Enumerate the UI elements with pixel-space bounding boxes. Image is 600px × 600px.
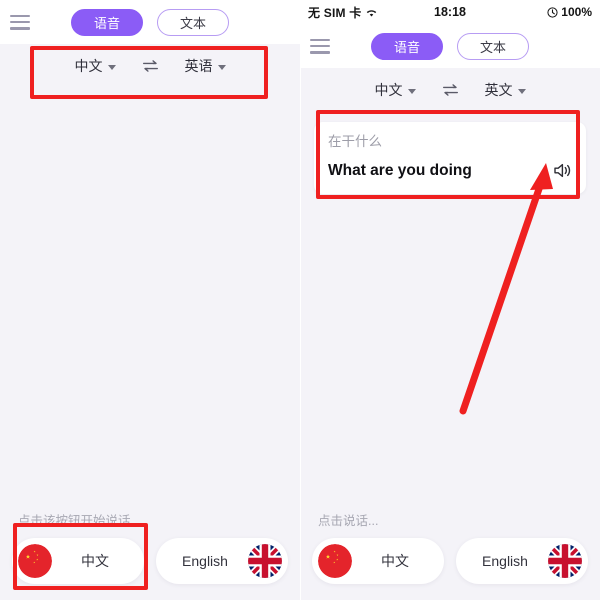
mic-button-chinese[interactable]: 中文 [312, 538, 444, 584]
chevron-down-icon [217, 64, 226, 70]
panel-divider [300, 0, 301, 600]
battery-icon [547, 6, 558, 18]
translation-card-area: 在干什么 What are you doing [300, 112, 600, 194]
left-top-bar: 语音 文本 [0, 0, 300, 44]
hamburger-icon[interactable] [10, 14, 30, 30]
mic-button-label: English [182, 553, 228, 569]
tab-voice[interactable]: 语音 [71, 8, 143, 36]
chevron-down-icon [517, 88, 526, 94]
tab-text[interactable]: 文本 [457, 32, 529, 60]
right-mic-button-row: 中文 English [312, 538, 588, 584]
left-bottom-bar: 点击该按钮开始说话... 中文 English [0, 510, 300, 600]
source-language-label: 中文 [374, 82, 403, 98]
tab-text[interactable]: 文本 [157, 8, 229, 36]
source-language-label: 中文 [74, 58, 103, 74]
right-bottom-bar: 点击说话... 中文 English [300, 510, 600, 600]
speaker-icon[interactable] [553, 162, 572, 179]
tab-voice[interactable]: 语音 [371, 32, 443, 60]
hamburger-icon[interactable] [310, 38, 330, 54]
chevron-down-icon [407, 88, 416, 94]
mic-button-label: English [482, 553, 528, 569]
swap-arrows-icon[interactable] [142, 59, 159, 73]
left-mic-button-row: 中文 English [12, 538, 288, 584]
target-language-label: 英语 [184, 58, 213, 74]
hamburger-bar [310, 38, 330, 41]
left-language-row: 中文 英语 [0, 44, 300, 88]
right-speak-hint: 点击说话... [318, 514, 379, 528]
mic-button-english[interactable]: English [156, 538, 288, 584]
right-mode-segmented-control: 语音 文本 [300, 32, 600, 60]
source-language-selector[interactable]: 中文 [75, 56, 116, 76]
hamburger-bar [310, 44, 330, 48]
cn-flag-icon [18, 544, 52, 578]
right-phone-panel: 无 SIM 卡 18:18 100% 语音 文本 中文 英文 在干什么 What… [300, 0, 600, 600]
source-language-selector[interactable]: 中文 [375, 80, 416, 100]
translated-row: What are you doing [328, 161, 572, 180]
screenshot-root: 语音 文本 中文 英语 点击该按钮开始说话... 中文 English 无 SI… [0, 0, 600, 600]
mic-button-label: 中文 [81, 553, 109, 569]
hamburger-bar [10, 27, 30, 30]
mic-button-label: 中文 [381, 553, 409, 569]
hamburger-bar [310, 51, 330, 54]
swap-arrows-icon[interactable] [442, 83, 459, 97]
uk-flag-icon [248, 544, 282, 578]
cn-flag-icon [318, 544, 352, 578]
translation-card[interactable]: 在干什么 What are you doing [314, 122, 586, 194]
hamburger-bar [10, 20, 30, 24]
left-mode-segmented-control: 语音 文本 [0, 8, 300, 36]
status-bar: 无 SIM 卡 18:18 100% [300, 0, 600, 24]
mic-button-chinese[interactable]: 中文 [12, 538, 144, 584]
target-language-selector[interactable]: 英语 [185, 56, 226, 76]
target-language-label: 英文 [484, 82, 513, 98]
target-language-selector[interactable]: 英文 [485, 80, 526, 100]
right-top-bar: 语音 文本 [300, 24, 600, 68]
mic-button-english[interactable]: English [456, 538, 588, 584]
source-text: 在干什么 [328, 134, 382, 149]
translated-text: What are you doing [328, 161, 472, 179]
hamburger-bar [10, 14, 30, 17]
left-speak-hint: 点击该按钮开始说话... [18, 514, 141, 528]
left-phone-panel: 语音 文本 中文 英语 点击该按钮开始说话... 中文 English [0, 0, 300, 600]
uk-flag-icon [548, 544, 582, 578]
battery-level-label: 100% [561, 5, 592, 19]
right-language-row: 中文 英文 [300, 68, 600, 112]
chevron-down-icon [107, 64, 116, 70]
status-bar-right: 100% [547, 5, 592, 19]
